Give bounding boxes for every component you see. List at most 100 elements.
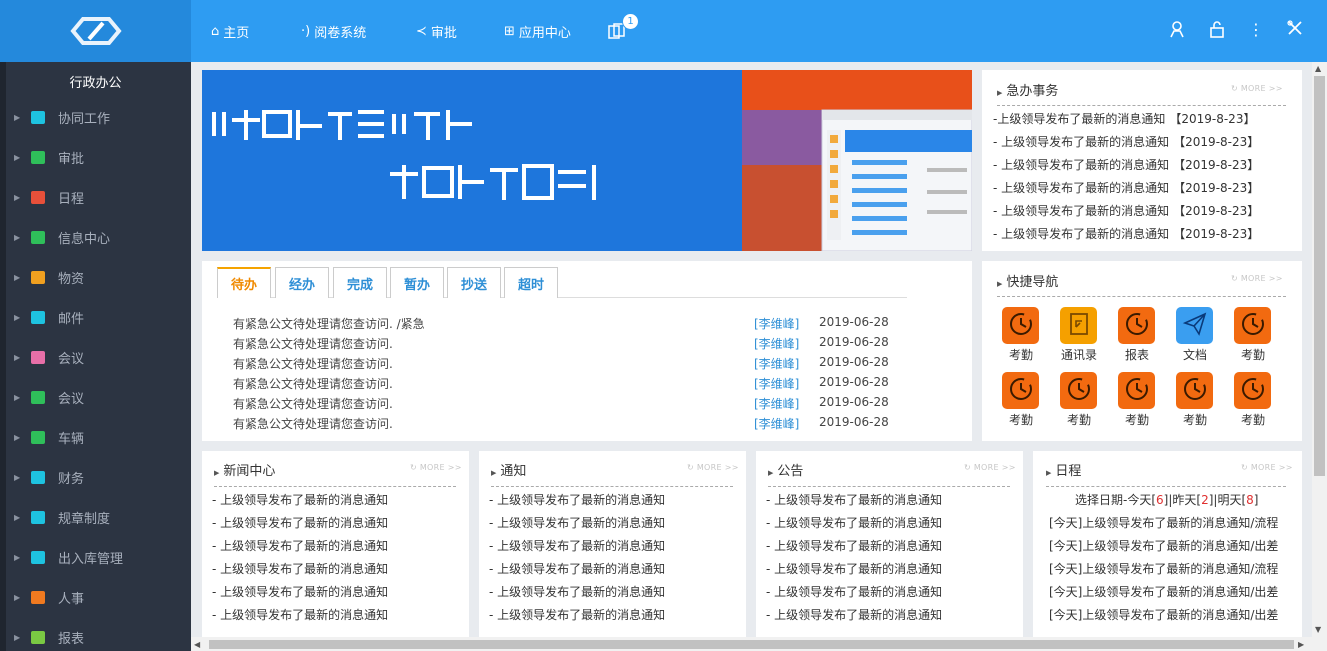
- urgent-item[interactable]: - 上级领导发布了最新的消息通知 【2019-8-23】: [993, 156, 1259, 173]
- todo-row-text[interactable]: 有紧急公文待处理请您查访问.: [233, 335, 393, 352]
- sidebar-item-3[interactable]: ▶ 信息中心: [0, 217, 191, 257]
- sidebar-item-13[interactable]: ▶ 报表: [0, 617, 191, 651]
- schedule-today-count[interactable]: 6: [1156, 493, 1164, 507]
- quick-nav-6[interactable]: [1060, 372, 1097, 409]
- urgent-title[interactable]: ▶ 急办事务: [997, 80, 1058, 99]
- bottom-panel-item[interactable]: - 上级领导发布了最新的消息通知: [212, 514, 388, 531]
- todo-row-name[interactable]: [李维峰]: [754, 415, 799, 432]
- schedule-item[interactable]: [今天]上级领导发布了最新的消息通知/流程: [1049, 514, 1278, 531]
- bottom-panel-item[interactable]: - 上级领导发布了最新的消息通知: [766, 514, 942, 531]
- urgent-item[interactable]: - 上级领导发布了最新的消息通知 【2019-8-23】: [993, 179, 1259, 196]
- quick-nav-9[interactable]: [1234, 372, 1271, 409]
- bottom-panel-item[interactable]: - 上级领导发布了最新的消息通知: [489, 537, 665, 554]
- user-button[interactable]: [1166, 20, 1188, 42]
- bottom-panel-item[interactable]: - 上级领导发布了最新的消息通知: [766, 491, 942, 508]
- vertical-scrollbar-thumb[interactable]: [1314, 76, 1325, 476]
- bottom-panel-item[interactable]: - 上级领导发布了最新的消息通知: [766, 537, 942, 554]
- nav-approval[interactable]: ≺ 审批: [416, 0, 457, 62]
- sidebar-item-4[interactable]: ▶ 物资: [0, 257, 191, 297]
- todo-row-name[interactable]: [李维峰]: [754, 355, 799, 372]
- todo-row-name[interactable]: [李维峰]: [754, 375, 799, 392]
- bottom-panel-title[interactable]: ▶ 公告: [768, 460, 803, 479]
- scroll-up-icon[interactable]: ▲: [1315, 64, 1321, 73]
- bottom-panel-item[interactable]: - 上级领导发布了最新的消息通知: [489, 514, 665, 531]
- sidebar-item-8[interactable]: ▶ 车辆: [0, 417, 191, 457]
- more-button[interactable]: ⋮: [1245, 20, 1267, 39]
- schedule-title[interactable]: ▶ 日程: [1046, 460, 1081, 479]
- urgent-item[interactable]: - 上级领导发布了最新的消息通知 【2019-8-23】: [993, 133, 1259, 150]
- todo-row-text[interactable]: 有紧急公文待处理请您查访问.: [233, 355, 393, 372]
- schedule-tomorrow-count[interactable]: 8: [1246, 493, 1254, 507]
- quick-nav-2[interactable]: [1118, 307, 1155, 344]
- tab-2[interactable]: 完成: [333, 267, 387, 298]
- sidebar-item-1[interactable]: ▶ 审批: [0, 137, 191, 177]
- quick-nav-more-link[interactable]: ↻ MORE >>: [1231, 274, 1283, 283]
- urgent-item[interactable]: -上级领导发布了最新的消息通知 【2019-8-23】: [993, 110, 1255, 127]
- tab-5[interactable]: 超时: [504, 267, 558, 298]
- bottom-panel-title[interactable]: ▶ 新闻中心: [214, 460, 275, 479]
- bottom-panel-item[interactable]: - 上级领导发布了最新的消息通知: [766, 583, 942, 600]
- todo-row-name[interactable]: [李维峰]: [754, 395, 799, 412]
- sidebar-item-6[interactable]: ▶ 会议: [0, 337, 191, 377]
- quick-nav-0[interactable]: [1002, 307, 1039, 344]
- bottom-panel-more-link[interactable]: ↻ MORE >>: [410, 463, 462, 472]
- bottom-panel-title[interactable]: ▶ 通知: [491, 460, 526, 479]
- bottom-panel-item[interactable]: - 上级领导发布了最新的消息通知: [489, 491, 665, 508]
- bottom-panel-item[interactable]: - 上级领导发布了最新的消息通知: [212, 606, 388, 623]
- tools-button[interactable]: [1284, 20, 1306, 40]
- notification-button[interactable]: [608, 0, 626, 62]
- quick-nav-7[interactable]: [1118, 372, 1155, 409]
- todo-row-text[interactable]: 有紧急公文待处理请您查访问. /紧急: [233, 315, 425, 332]
- schedule-item[interactable]: [今天]上级领导发布了最新的消息通知/出差: [1049, 537, 1278, 554]
- sidebar-item-7[interactable]: ▶ 会议: [0, 377, 191, 417]
- bottom-panel-more-link[interactable]: ↻ MORE >>: [964, 463, 1016, 472]
- bottom-panel-item[interactable]: - 上级领导发布了最新的消息通知: [489, 606, 665, 623]
- sidebar-item-5[interactable]: ▶ 邮件: [0, 297, 191, 337]
- quick-nav-title[interactable]: ▶ 快捷导航: [997, 271, 1058, 290]
- quick-nav-3[interactable]: [1176, 307, 1213, 344]
- schedule-item[interactable]: [今天]上级领导发布了最新的消息通知/出差: [1049, 583, 1278, 600]
- bottom-panel-item[interactable]: - 上级领导发布了最新的消息通知: [212, 583, 388, 600]
- bottom-panel-item[interactable]: - 上级领导发布了最新的消息通知: [766, 560, 942, 577]
- quick-nav-8[interactable]: [1176, 372, 1213, 409]
- nav-exam-system[interactable]: ·) 阅卷系统: [301, 0, 366, 62]
- tab-1[interactable]: 经办: [275, 267, 329, 298]
- schedule-more-link[interactable]: ↻ MORE >>: [1241, 463, 1293, 472]
- urgent-item[interactable]: - 上级领导发布了最新的消息通知 【2019-8-23】: [993, 202, 1259, 219]
- todo-row-text[interactable]: 有紧急公文待处理请您查访问.: [233, 415, 393, 432]
- sidebar-item-0[interactable]: ▶ 协同工作: [0, 97, 191, 137]
- sidebar-item-10[interactable]: ▶ 规章制度: [0, 497, 191, 537]
- bottom-panel-item[interactable]: - 上级领导发布了最新的消息通知: [212, 537, 388, 554]
- bottom-panel-item[interactable]: - 上级领导发布了最新的消息通知: [212, 491, 388, 508]
- sidebar-item-9[interactable]: ▶ 财务: [0, 457, 191, 497]
- sidebar-item-2[interactable]: ▶ 日程: [0, 177, 191, 217]
- todo-row-text[interactable]: 有紧急公文待处理请您查访问.: [233, 375, 393, 392]
- schedule-yesterday-count[interactable]: 2: [1201, 493, 1209, 507]
- scroll-down-icon[interactable]: ▼: [1315, 625, 1321, 634]
- todo-row-name[interactable]: [李维峰]: [754, 315, 799, 332]
- bottom-panel-item[interactable]: - 上级领导发布了最新的消息通知: [212, 560, 388, 577]
- schedule-item[interactable]: [今天]上级领导发布了最新的消息通知/流程: [1049, 560, 1278, 577]
- scroll-left-icon[interactable]: ◀: [194, 640, 200, 649]
- bottom-panel-more-link[interactable]: ↻ MORE >>: [687, 463, 739, 472]
- logo[interactable]: [0, 0, 191, 62]
- schedule-item[interactable]: [今天]上级领导发布了最新的消息通知/出差: [1049, 606, 1278, 623]
- tab-3[interactable]: 暂办: [390, 267, 444, 298]
- nav-home[interactable]: ⌂ 主页: [211, 0, 249, 62]
- todo-row-text[interactable]: 有紧急公文待处理请您查访问.: [233, 395, 393, 412]
- quick-nav-1[interactable]: [1060, 307, 1097, 344]
- bottom-panel-item[interactable]: - 上级领导发布了最新的消息通知: [766, 606, 942, 623]
- urgent-item[interactable]: - 上级领导发布了最新的消息通知 【2019-8-23】: [993, 225, 1259, 242]
- sidebar-item-12[interactable]: ▶ 人事: [0, 577, 191, 617]
- bottom-panel-item[interactable]: - 上级领导发布了最新的消息通知: [489, 560, 665, 577]
- lock-button[interactable]: [1206, 20, 1228, 42]
- quick-nav-4[interactable]: [1234, 307, 1271, 344]
- sidebar-item-11[interactable]: ▶ 出入库管理: [0, 537, 191, 577]
- urgent-more-link[interactable]: ↻ MORE >>: [1231, 84, 1283, 93]
- nav-app-center[interactable]: ⊞ 应用中心: [504, 0, 571, 62]
- scroll-right-icon[interactable]: ▶: [1298, 640, 1304, 649]
- todo-row-name[interactable]: [李维峰]: [754, 335, 799, 352]
- bottom-panel-item[interactable]: - 上级领导发布了最新的消息通知: [489, 583, 665, 600]
- horizontal-scrollbar-thumb[interactable]: [209, 640, 1294, 649]
- quick-nav-5[interactable]: [1002, 372, 1039, 409]
